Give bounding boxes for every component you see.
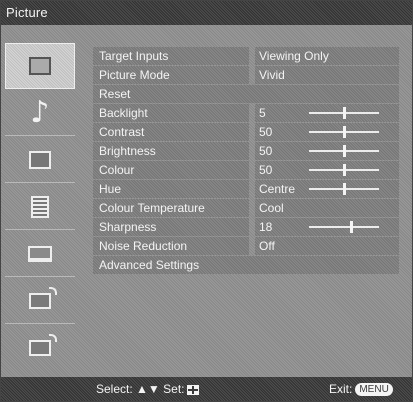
menu-row-value: 50: [255, 123, 399, 141]
sidebar-item-network-2[interactable]: [5, 325, 75, 371]
menu-row-colour-temperature[interactable]: Colour Temperature Cool: [93, 199, 399, 217]
sidebar-item-picture[interactable]: [5, 43, 75, 89]
menu-row-label: Sharpness: [93, 218, 249, 236]
brightness-slider[interactable]: [309, 145, 379, 157]
title-bar: Picture: [1, 1, 412, 25]
slider-knob[interactable]: [342, 107, 346, 119]
footer-bar: Select: ▲▼ Set: Exit: MENU: [1, 377, 412, 401]
menu-row-contrast[interactable]: Contrast 50: [93, 123, 399, 141]
slider-knob[interactable]: [342, 145, 346, 157]
menu-row-value: Off: [255, 237, 399, 255]
menu-row-label: Target Inputs: [93, 47, 249, 65]
menu-row-value: 5: [255, 104, 399, 122]
menu-row-label: Reset: [93, 85, 399, 103]
menu-row-label: Hue: [93, 180, 249, 198]
sidebar-item-sound[interactable]: ♪: [5, 90, 75, 136]
menu-row-sharpness[interactable]: Sharpness 18: [93, 218, 399, 236]
enter-button-icon: [186, 384, 199, 395]
menu-row-value: Viewing Only: [255, 47, 399, 65]
menu-row-label: Noise Reduction: [93, 237, 249, 255]
picture-menu: Target Inputs Viewing Only Picture Mode …: [93, 47, 399, 275]
list-icon: [31, 195, 49, 218]
menu-button[interactable]: MENU: [355, 383, 393, 397]
menu-row-backlight[interactable]: Backlight 5: [93, 104, 399, 122]
sidebar-item-network[interactable]: [5, 278, 75, 324]
menu-row-value: Vivid: [255, 66, 399, 84]
select-label: Select:: [96, 382, 133, 396]
hue-slider[interactable]: [309, 183, 379, 195]
sidebar-item-screen[interactable]: [5, 137, 75, 183]
menu-row-label: Picture Mode: [93, 66, 249, 84]
menu-row-value: Centre: [255, 180, 399, 198]
up-arrow-icon: ▲: [136, 382, 148, 396]
tv-signal-icon: [29, 334, 57, 356]
value-text: 18: [259, 220, 273, 234]
menu-row-reset[interactable]: Reset: [93, 85, 399, 103]
footer-exit: Exit: MENU: [329, 377, 393, 401]
value-text: 50: [259, 163, 273, 177]
colour-slider[interactable]: [309, 164, 379, 176]
menu-row-advanced-settings[interactable]: Advanced Settings: [93, 256, 399, 274]
tv-signal-icon: [29, 286, 57, 309]
menu-row-label: Advanced Settings: [93, 256, 399, 274]
exit-label: Exit:: [329, 382, 353, 396]
value-text: 5: [259, 106, 266, 120]
footer-hints: Select: ▲▼ Set:: [96, 377, 199, 401]
menu-row-target-inputs[interactable]: Target Inputs Viewing Only: [93, 47, 399, 65]
sidebar: ♪: [5, 43, 75, 371]
menu-row-brightness[interactable]: Brightness 50: [93, 142, 399, 160]
music-note-icon: ♪: [30, 94, 50, 130]
value-text: 50: [259, 144, 273, 158]
contrast-slider[interactable]: [309, 126, 379, 138]
set-label: Set:: [163, 382, 185, 396]
menu-row-value: Cool: [255, 199, 399, 217]
menu-row-label: Backlight: [93, 104, 249, 122]
menu-row-value: 18: [255, 218, 399, 236]
menu-row-picture-mode[interactable]: Picture Mode Vivid: [93, 66, 399, 84]
menu-row-colour[interactable]: Colour 50: [93, 161, 399, 179]
down-arrow-icon: ▼: [147, 382, 160, 396]
menu-row-noise-reduction[interactable]: Noise Reduction Off: [93, 237, 399, 255]
slider-knob[interactable]: [349, 221, 353, 233]
value-text: Centre: [259, 182, 296, 196]
menu-row-value: 50: [255, 161, 399, 179]
page-title: Picture: [6, 5, 48, 20]
slider-knob[interactable]: [342, 164, 346, 176]
menu-row-hue[interactable]: Hue Centre: [93, 180, 399, 198]
laptop-icon: [28, 245, 52, 262]
sidebar-item-setup[interactable]: [5, 184, 75, 230]
picture-icon: [29, 57, 51, 75]
screen-icon: [29, 150, 51, 169]
value-text: 50: [259, 125, 273, 139]
slider-knob[interactable]: [342, 183, 346, 195]
sharpness-slider[interactable]: [309, 221, 379, 233]
menu-row-label: Colour Temperature: [93, 199, 249, 217]
menu-row-value: 50: [255, 142, 399, 160]
backlight-slider[interactable]: [309, 107, 379, 119]
menu-row-label: Colour: [93, 161, 249, 179]
sidebar-item-pc[interactable]: [5, 231, 75, 277]
slider-knob[interactable]: [342, 126, 346, 138]
settings-screen: Picture ♪ Target Inputs Viewing Only Pic…: [0, 0, 413, 402]
menu-row-label: Contrast: [93, 123, 249, 141]
menu-row-label: Brightness: [93, 142, 249, 160]
